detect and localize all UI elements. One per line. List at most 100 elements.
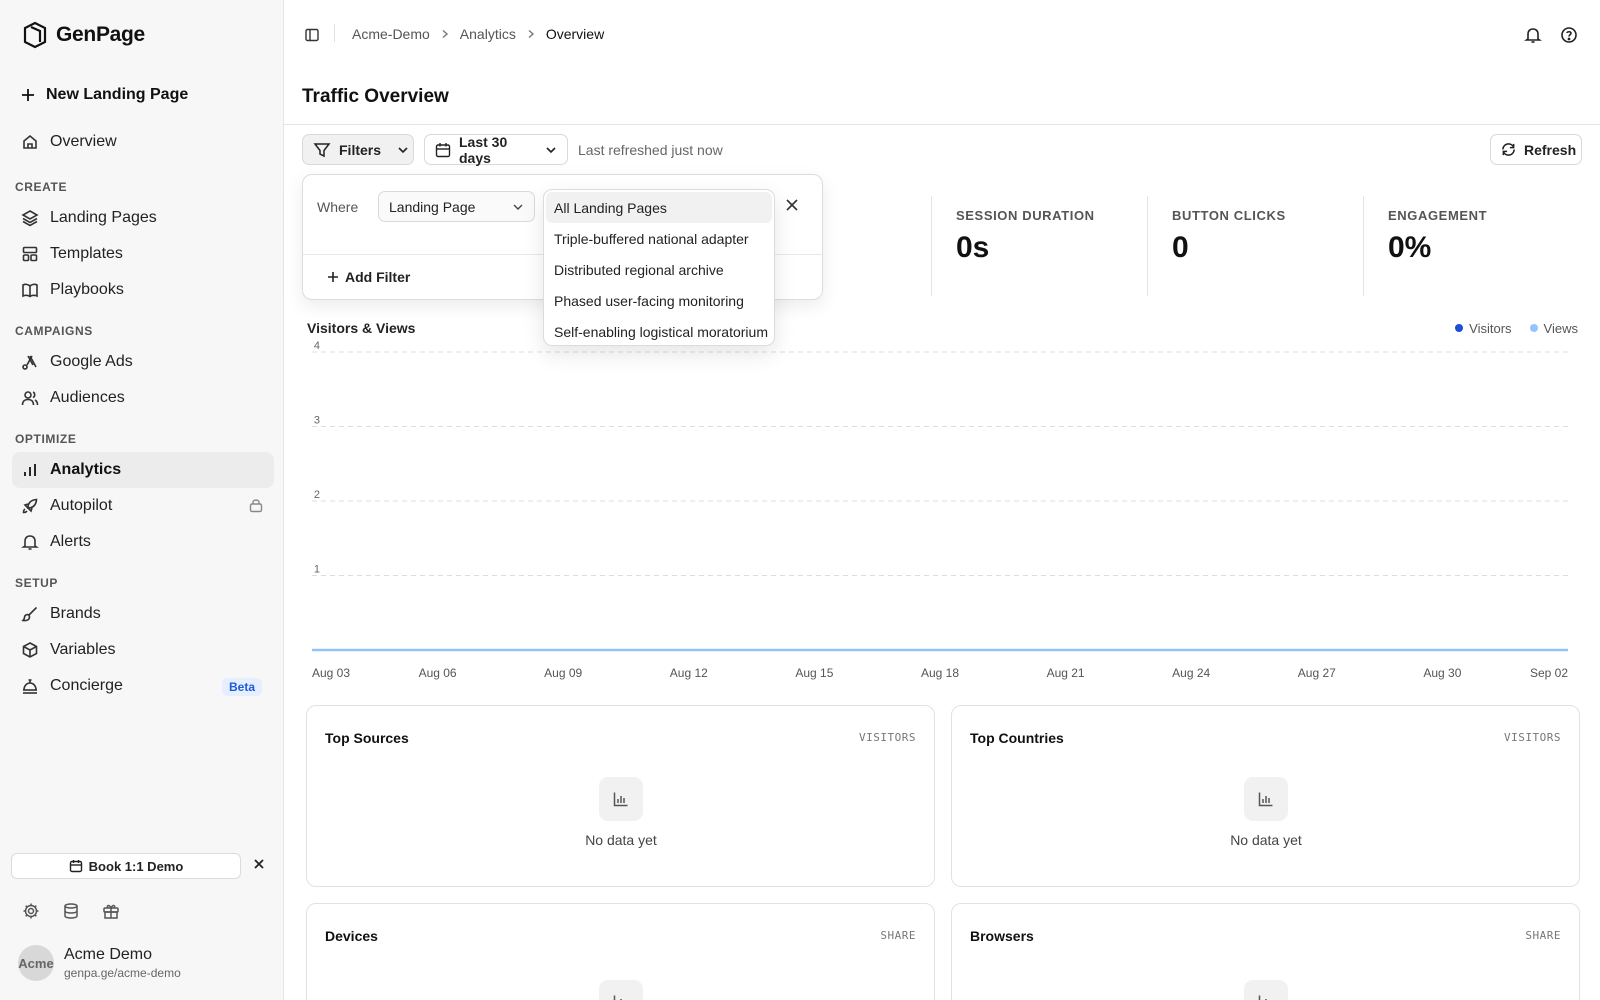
users-icon bbox=[20, 388, 40, 408]
x-tick-label: Aug 15 bbox=[795, 666, 833, 680]
gift-icon[interactable] bbox=[102, 902, 120, 920]
sidebar-item-landing-pages[interactable]: Landing Pages bbox=[12, 200, 274, 236]
filters-label: Filters bbox=[339, 141, 382, 158]
sidebar-footer-actions bbox=[22, 902, 120, 920]
stat-label: ENGAGEMENT bbox=[1388, 208, 1488, 223]
cube-icon bbox=[20, 640, 40, 660]
filter-where-label: Where bbox=[317, 199, 359, 215]
x-tick-label: Aug 27 bbox=[1298, 666, 1336, 680]
last-refreshed-text: Last refreshed just now bbox=[578, 142, 723, 158]
book-open-icon bbox=[20, 280, 40, 300]
sidebar-item-audiences[interactable]: Audiences bbox=[12, 380, 274, 416]
google-ads-icon bbox=[20, 352, 40, 372]
card-title: Devices bbox=[325, 928, 378, 944]
breadcrumb-item-overview: Overview bbox=[545, 26, 605, 42]
sidebar-item-autopilot[interactable]: Autopilot bbox=[12, 488, 274, 524]
section-label-optimize: OPTIMIZE bbox=[15, 432, 77, 446]
empty-chart-icon bbox=[1244, 980, 1288, 1000]
notifications-bell-icon[interactable] bbox=[1524, 26, 1542, 44]
dropdown-option[interactable]: Phased user-facing monitoring bbox=[546, 285, 772, 316]
avatar: Acme bbox=[18, 945, 54, 981]
chevron-down-icon bbox=[512, 201, 524, 213]
x-tick-label: Aug 09 bbox=[544, 666, 582, 680]
sidebar-item-alerts[interactable]: Alerts bbox=[12, 524, 274, 560]
topbar: Acme-Demo Analytics Overview bbox=[284, 0, 1600, 70]
new-landing-page-button[interactable]: New Landing Page bbox=[20, 86, 188, 104]
breadcrumb: Acme-Demo Analytics Overview bbox=[352, 26, 604, 42]
filter-field-select[interactable]: Landing Page bbox=[378, 191, 535, 222]
add-filter-button[interactable]: Add Filter bbox=[327, 269, 410, 285]
sidebar-toggle-icon[interactable] bbox=[304, 27, 320, 43]
header-divider bbox=[284, 124, 1600, 125]
help-circle-icon[interactable] bbox=[1560, 26, 1578, 44]
sidebar-item-label: Variables bbox=[50, 641, 116, 658]
book-demo-label: Book 1:1 Demo bbox=[88, 858, 184, 874]
chevron-down-icon bbox=[397, 144, 409, 156]
lock-icon bbox=[248, 497, 264, 513]
empty-chart-icon bbox=[1244, 777, 1288, 821]
sidebar-item-label: Overview bbox=[50, 133, 117, 150]
legend-item-views[interactable]: Views bbox=[1529, 321, 1578, 336]
rocket-icon bbox=[20, 496, 40, 516]
date-range-select[interactable]: Last 30 days bbox=[424, 134, 568, 166]
sidebar-item-playbooks[interactable]: Playbooks bbox=[12, 272, 274, 308]
stat-value: 0% bbox=[1388, 231, 1432, 264]
refresh-button[interactable]: Refresh bbox=[1490, 134, 1582, 165]
add-filter-label: Add Filter bbox=[345, 269, 411, 285]
stat-label: SESSION DURATION bbox=[956, 208, 1095, 223]
sidebar-item-label: Brands bbox=[50, 605, 101, 622]
template-icon bbox=[20, 244, 40, 264]
settings-gear-icon[interactable] bbox=[22, 902, 40, 920]
brand[interactable]: GenPage bbox=[20, 20, 145, 50]
book-demo-button[interactable]: Book 1:1 Demo bbox=[11, 853, 241, 879]
dropdown-option[interactable]: Self-enabling logistical moratorium bbox=[546, 316, 772, 347]
genpage-logo-icon bbox=[20, 20, 50, 50]
dismiss-demo-close-icon[interactable] bbox=[253, 858, 265, 870]
stat-value: 0 bbox=[1172, 231, 1189, 264]
database-icon[interactable] bbox=[62, 902, 80, 920]
section-label-campaigns: CAMPAIGNS bbox=[15, 324, 93, 338]
breadcrumb-item-acme-demo[interactable]: Acme-Demo bbox=[352, 26, 430, 42]
sidebar-item-variables[interactable]: Variables bbox=[12, 632, 274, 668]
sidebar-item-google-ads[interactable]: Google Ads bbox=[12, 344, 274, 380]
sidebar-item-templates[interactable]: Templates bbox=[12, 236, 274, 272]
card-meta: SHARE bbox=[1525, 929, 1561, 942]
sidebar-item-brands[interactable]: Brands bbox=[12, 596, 274, 632]
x-tick-label: Aug 21 bbox=[1047, 666, 1085, 680]
dropdown-option[interactable]: Distributed regional archive bbox=[546, 254, 772, 285]
bell-icon bbox=[20, 532, 40, 552]
sidebar-item-label: Concierge bbox=[50, 677, 123, 694]
y-tick-label: 3 bbox=[314, 415, 320, 427]
stat-value: 0s bbox=[956, 231, 990, 264]
calendar-icon bbox=[435, 142, 451, 158]
sidebar-item-label: Alerts bbox=[50, 533, 91, 550]
dropdown-option[interactable]: Triple-buffered national adapter bbox=[546, 223, 772, 254]
sidebar-item-label: Templates bbox=[50, 245, 123, 262]
top-sources-card: Top Sources VISITORS No data yet bbox=[306, 705, 935, 887]
sidebar-item-label: Analytics bbox=[50, 461, 122, 478]
remove-filter-close-icon[interactable] bbox=[785, 198, 799, 212]
sidebar-item-concierge[interactable]: Concierge Beta bbox=[12, 668, 274, 704]
browsers-card: Browsers SHARE bbox=[951, 903, 1580, 1000]
brush-icon bbox=[20, 604, 40, 624]
devices-card: Devices SHARE bbox=[306, 903, 935, 1000]
card-meta: VISITORS bbox=[859, 731, 916, 744]
card-meta: VISITORS bbox=[1504, 731, 1561, 744]
section-label-setup: SETUP bbox=[15, 576, 59, 590]
legend-item-visitors[interactable]: Visitors bbox=[1455, 321, 1512, 336]
empty-state-text: No data yet bbox=[585, 832, 657, 848]
filters-button[interactable]: Filters bbox=[302, 134, 414, 165]
dropdown-option[interactable]: All Landing Pages bbox=[546, 192, 772, 223]
landing-page-options-dropdown: All Landing Pages Triple-buffered nation… bbox=[543, 189, 775, 346]
sidebar: GenPage New Landing Page Overview CREATE… bbox=[0, 0, 284, 1000]
sidebar-item-overview[interactable]: Overview bbox=[12, 124, 274, 160]
brand-name: GenPage bbox=[56, 23, 145, 46]
breadcrumb-item-analytics[interactable]: Analytics bbox=[460, 26, 516, 42]
chevron-right-icon bbox=[440, 29, 450, 39]
sidebar-item-label: Playbooks bbox=[50, 281, 124, 298]
legend-swatch bbox=[1455, 324, 1464, 332]
user-profile[interactable]: Acme Acme Demo genpa.ge/acme-demo bbox=[18, 945, 181, 981]
card-title: Browsers bbox=[970, 928, 1034, 944]
chevron-down-icon bbox=[545, 144, 557, 156]
sidebar-item-analytics[interactable]: Analytics bbox=[12, 452, 274, 488]
